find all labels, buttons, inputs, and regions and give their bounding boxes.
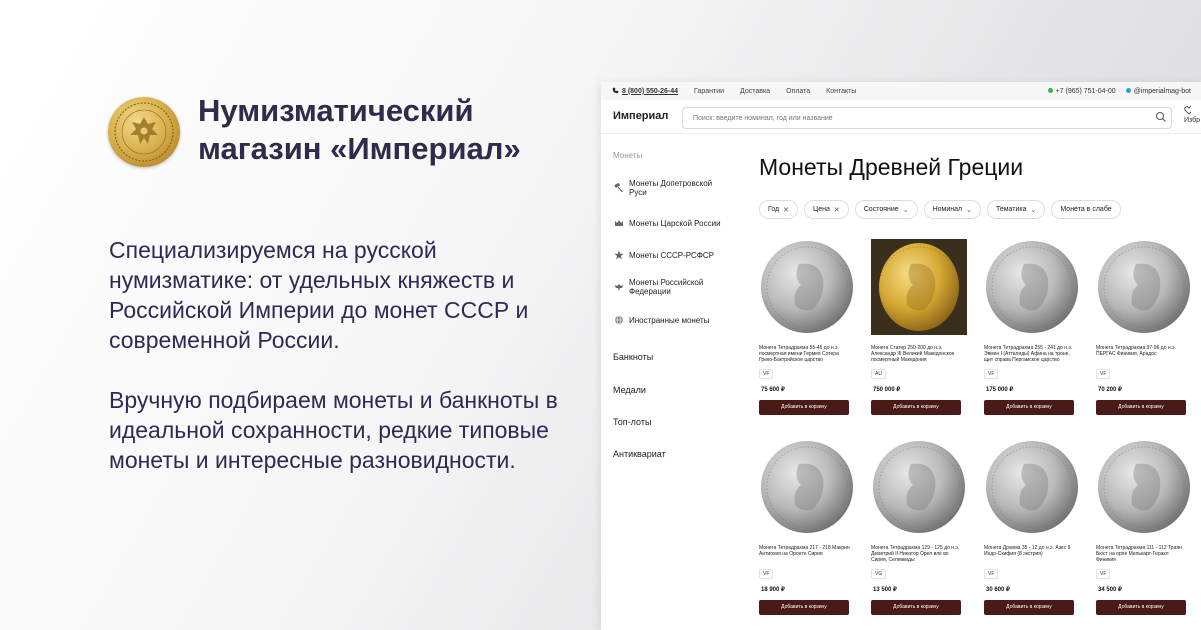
add-to-cart-button[interactable]: Добавить в корзину [1096, 600, 1186, 615]
product-name[interactable]: Монета Тетрадрахма 217 - 218 Макрин Анти… [759, 545, 851, 557]
whatsapp-icon [1047, 87, 1053, 93]
hammer-icon [613, 182, 625, 194]
grade-badge: VF [1096, 369, 1111, 379]
nav-link-contacts[interactable]: Контакты [826, 88, 856, 95]
product-name[interactable]: Монета Драхма 35 - 12 до н.э. Азес II Ин… [984, 545, 1076, 557]
add-to-cart-button[interactable]: Добавить в корзину [984, 400, 1074, 415]
whatsapp-contact[interactable]: +7 (965) 751-04-00 [1047, 87, 1116, 95]
search-input[interactable] [682, 107, 1172, 129]
promo-paragraph-selection: Вручную подбираем монеты и банкноты в ид… [109, 387, 558, 473]
product-price: 13 500 ₽ [873, 587, 897, 593]
filter-dropdown-condition[interactable]: Состояние ⌄ [854, 200, 918, 219]
sidebar-section-medals[interactable]: Медали [613, 385, 646, 395]
eagle-icon [613, 281, 625, 293]
telegram-contact[interactable]: @imperialmag-bot [1125, 87, 1191, 95]
phone-link[interactable]: 8 (800) 550-26-44 [622, 88, 678, 95]
heart-icon [1184, 106, 1191, 115]
chevron-down-icon: ⌄ [966, 206, 972, 214]
nav-link-guarantees[interactable]: Гарантии [694, 88, 724, 95]
website-preview: 8 (800) 550-26-44 Гарантии Доставка Опла… [601, 82, 1201, 630]
grade-badge: VF [759, 569, 774, 579]
phone-icon [612, 87, 619, 96]
telegram-icon [1125, 87, 1131, 93]
filter-chip-year[interactable]: Год ✕ [759, 200, 799, 219]
imperial-coin-logo [108, 97, 180, 167]
site-logo[interactable]: Империал [613, 110, 668, 122]
site-header: Империал Избр [601, 100, 1201, 134]
star-icon [613, 249, 625, 261]
add-to-cart-button[interactable]: Добавить в корзину [871, 600, 961, 615]
grade-badge: VF [984, 569, 999, 579]
product-name[interactable]: Монета Тетрадрахма 255 - 241 до н.э. Эвм… [984, 345, 1076, 363]
add-to-cart-button[interactable]: Добавить в корзину [984, 600, 1074, 615]
crown-icon [613, 217, 625, 229]
product-name[interactable]: Монета Статер 250-200 до н.э. Александр … [871, 345, 963, 363]
favorites-link[interactable]: Избр [1184, 106, 1200, 126]
add-to-cart-button[interactable]: Добавить в корзину [1096, 400, 1186, 415]
grade-badge: VF [1096, 569, 1111, 579]
product-name[interactable]: Монета Тетрадрахма 97-96 до н.э. ПЕРГАС … [1096, 345, 1188, 357]
grade-badge: VF [984, 369, 999, 379]
sidebar-section-antiques[interactable]: Антиквариат [613, 449, 666, 459]
close-icon[interactable]: ✕ [783, 206, 789, 214]
product-name[interactable]: Монета Тетрадрахма 55-45 до н.э. посмерт… [759, 345, 851, 363]
product-price: 750 000 ₽ [873, 387, 901, 393]
chevron-down-icon: ⌄ [1030, 206, 1037, 214]
coin-photo[interactable] [984, 239, 1080, 335]
close-icon[interactable]: ✕ [834, 206, 840, 214]
top-bar: 8 (800) 550-26-44 Гарантии Доставка Опла… [601, 82, 1201, 100]
sidebar-item-ussr[interactable]: Монеты СССР-РСФСР [613, 249, 731, 261]
coin-photo[interactable] [871, 239, 967, 335]
search-icon[interactable] [1155, 111, 1167, 123]
coin-photo[interactable] [759, 239, 855, 335]
promo-title: Нумизматический магазин «Империал» [198, 93, 521, 166]
filter-chip-price[interactable]: Цена ✕ [804, 200, 849, 219]
sidebar-section-banknotes[interactable]: Банкноты [613, 352, 653, 362]
filter-chip-slab[interactable]: Монета в слабе [1051, 200, 1121, 219]
grade-badge: VF [759, 369, 774, 379]
coin-photo[interactable] [1096, 439, 1192, 535]
coin-photo[interactable] [984, 439, 1080, 535]
add-to-cart-button[interactable]: Добавить в корзину [759, 600, 849, 615]
promo-paragraph-specialization: Специализируемся на русской нумизматике:… [109, 237, 529, 353]
product-price: 18 900 ₽ [761, 587, 785, 593]
product-price: 30 600 ₽ [986, 587, 1010, 593]
chevron-down-icon: ⌄ [902, 206, 909, 214]
grade-badge: VG [871, 569, 887, 579]
add-to-cart-button[interactable]: Добавить в корзину [871, 400, 961, 415]
coin-photo[interactable] [871, 439, 967, 535]
nav-link-payment[interactable]: Оплата [786, 88, 810, 95]
nav-link-delivery[interactable]: Доставка [740, 88, 770, 95]
product-name[interactable]: Монета Тетрадрахма 129 - 125 до н.э. Дем… [871, 545, 963, 563]
sidebar-item-pre-petrine[interactable]: Монеты Допетровской Руси [613, 179, 731, 197]
coin-photo[interactable] [759, 439, 855, 535]
product-price: 70 200 ₽ [1098, 387, 1122, 393]
product-price: 175 000 ₽ [986, 387, 1014, 393]
sidebar-section-top-lots[interactable]: Топ-лоты [613, 417, 651, 427]
filter-dropdown-denomination[interactable]: Номинал ⌄ [923, 200, 981, 219]
globe-icon [613, 314, 625, 326]
sidebar-heading[interactable]: Монеты [613, 151, 642, 160]
grade-badge: AU [871, 369, 886, 379]
filter-dropdown-theme[interactable]: Тематика ⌄ [986, 200, 1046, 219]
sidebar-item-tsarist[interactable]: Монеты Царской России [613, 217, 731, 229]
product-price: 75 600 ₽ [761, 387, 785, 393]
product-name[interactable]: Монета Тетрадрахма 111 - 112 Траян Бюст … [1096, 545, 1188, 563]
filter-bar: Год ✕ Цена ✕ Состояние ⌄ Номинал ⌄ Тематика ⌄… [759, 200, 1127, 219]
page-title: Монеты Древней Греции [759, 154, 1024, 180]
sidebar-item-foreign[interactable]: Иностранные монеты [613, 314, 731, 326]
coin-photo[interactable] [1096, 239, 1192, 335]
add-to-cart-button[interactable]: Добавить в корзину [759, 400, 849, 415]
product-price: 34 500 ₽ [1098, 587, 1122, 593]
sidebar-item-russian-federation[interactable]: Монеты Российской Федерации [613, 278, 731, 296]
